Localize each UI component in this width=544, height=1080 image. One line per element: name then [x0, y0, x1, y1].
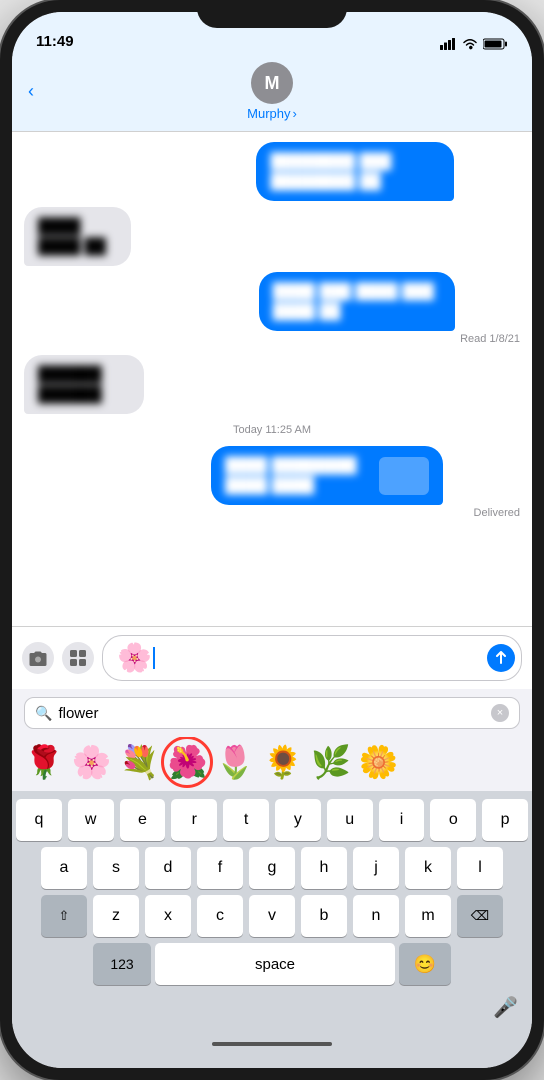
- keyboard-row-3: ⇧ z x c v b n m ⌫: [16, 895, 528, 937]
- key-c[interactable]: c: [197, 895, 243, 937]
- key-y[interactable]: y: [275, 799, 321, 841]
- key-d[interactable]: d: [145, 847, 191, 889]
- key-v[interactable]: v: [249, 895, 295, 937]
- key-h[interactable]: h: [301, 847, 347, 889]
- key-shift[interactable]: ⇧: [41, 895, 87, 937]
- emoji-result-rose[interactable]: 🌹: [24, 743, 64, 781]
- key-backspace[interactable]: ⌫: [457, 895, 503, 937]
- home-indicator: [212, 1042, 332, 1046]
- emoji-result-bouquet[interactable]: 💐: [120, 743, 160, 781]
- key-o[interactable]: o: [430, 799, 476, 841]
- key-n[interactable]: n: [353, 895, 399, 937]
- key-j[interactable]: j: [353, 847, 399, 889]
- key-k[interactable]: k: [405, 847, 451, 889]
- key-t[interactable]: t: [223, 799, 269, 841]
- message-bubble-sent-3: ████ ████████ ████ ████: [211, 446, 443, 505]
- key-m[interactable]: m: [405, 895, 451, 937]
- key-emoji[interactable]: 😊: [399, 943, 451, 985]
- emoji-result-hibiscus[interactable]: 🌺: [168, 743, 208, 781]
- contact-name-row: Murphy ›: [247, 106, 297, 121]
- battery-icon: [483, 38, 508, 50]
- keyboard-row-1: q w e r t y u i o p: [16, 799, 528, 841]
- bottom-bar: [12, 1028, 532, 1068]
- read-receipt: Read 1/8/21: [259, 333, 520, 345]
- wifi-icon: [462, 38, 478, 50]
- key-l[interactable]: l: [457, 847, 503, 889]
- emoji-search-icon: 🔍: [35, 705, 52, 722]
- message-bubble-received-1: ████ ████ ██: [24, 207, 131, 266]
- nav-center[interactable]: M Murphy ›: [247, 62, 297, 121]
- emoji-result-herb[interactable]: 🌿: [311, 743, 351, 781]
- key-u[interactable]: u: [327, 799, 373, 841]
- emoji-search-bar: 🔍 flower ×: [12, 689, 532, 737]
- key-x[interactable]: x: [145, 895, 191, 937]
- messages-area: ████████ ███ ████████ ██ ████ ████ ██ ██…: [12, 132, 532, 626]
- key-e[interactable]: e: [120, 799, 166, 841]
- emoji-results-row: 🌹 🌸 💐 🌺 🌷 🌻 🌿 🌼: [12, 737, 532, 791]
- compose-input[interactable]: 🌸: [102, 635, 522, 681]
- emoji-search-text: flower: [58, 705, 485, 722]
- signal-icon: [440, 38, 457, 50]
- emoji-result-tulip[interactable]: 🌷: [215, 743, 255, 781]
- message-bubble-sent-2: ████ ███ ████ ███ ████ ██: [259, 272, 455, 331]
- timestamp-today: Today 11:25 AM: [24, 424, 520, 436]
- key-b[interactable]: b: [301, 895, 347, 937]
- key-g[interactable]: g: [249, 847, 295, 889]
- appstore-button[interactable]: [62, 642, 94, 674]
- phone-screen: 11:49: [12, 12, 532, 1068]
- key-z[interactable]: z: [93, 895, 139, 937]
- contact-name-arrow: ›: [293, 106, 297, 121]
- key-s[interactable]: s: [93, 847, 139, 889]
- text-cursor: [153, 647, 155, 669]
- contact-avatar: M: [251, 62, 293, 104]
- key-f[interactable]: f: [197, 847, 243, 889]
- key-a[interactable]: a: [41, 847, 87, 889]
- send-button[interactable]: [487, 644, 515, 672]
- mic-button[interactable]: 🎤: [493, 995, 518, 1020]
- key-123[interactable]: 123: [93, 943, 151, 985]
- emoji-result-blossom2[interactable]: 🌼: [359, 743, 399, 781]
- key-space[interactable]: space: [155, 943, 395, 985]
- keyboard-row-2: a s d f g h j k l: [16, 847, 528, 889]
- delivered-status: Delivered: [211, 507, 520, 519]
- nav-bar: ‹ M Murphy ›: [12, 56, 532, 132]
- key-r[interactable]: r: [171, 799, 217, 841]
- phone-frame: 11:49: [0, 0, 544, 1080]
- emoji-search-clear-button[interactable]: ×: [491, 704, 509, 722]
- emoji-result-sunflower[interactable]: 🌻: [263, 743, 303, 781]
- status-icons: [440, 38, 508, 50]
- camera-button[interactable]: [22, 642, 54, 674]
- key-i[interactable]: i: [379, 799, 425, 841]
- key-q[interactable]: q: [16, 799, 62, 841]
- emoji-highlight-circle: [161, 737, 213, 788]
- compose-flower-emoji: 🌸: [117, 644, 152, 672]
- back-button[interactable]: ‹: [28, 81, 34, 102]
- status-time: 11:49: [36, 33, 74, 50]
- message-bubble-received-2: ██████ ██████: [24, 355, 144, 414]
- keyboard-row-4: 123 space 😊: [16, 943, 528, 985]
- emoji-result-blossom[interactable]: 🌸: [72, 743, 112, 781]
- emoji-search-input-wrap[interactable]: 🔍 flower ×: [24, 697, 520, 729]
- contact-name: Murphy: [247, 106, 290, 121]
- keyboard-bottom-row: 🎤: [16, 991, 528, 1024]
- notch: [197, 0, 347, 28]
- keyboard: q w e r t y u i o p a s d f g h j k: [12, 791, 532, 1028]
- key-w[interactable]: w: [68, 799, 114, 841]
- key-p[interactable]: p: [482, 799, 528, 841]
- compose-bar: 🌸: [12, 626, 532, 689]
- message-bubble-sent-1: ████████ ███ ████████ ██: [256, 142, 454, 201]
